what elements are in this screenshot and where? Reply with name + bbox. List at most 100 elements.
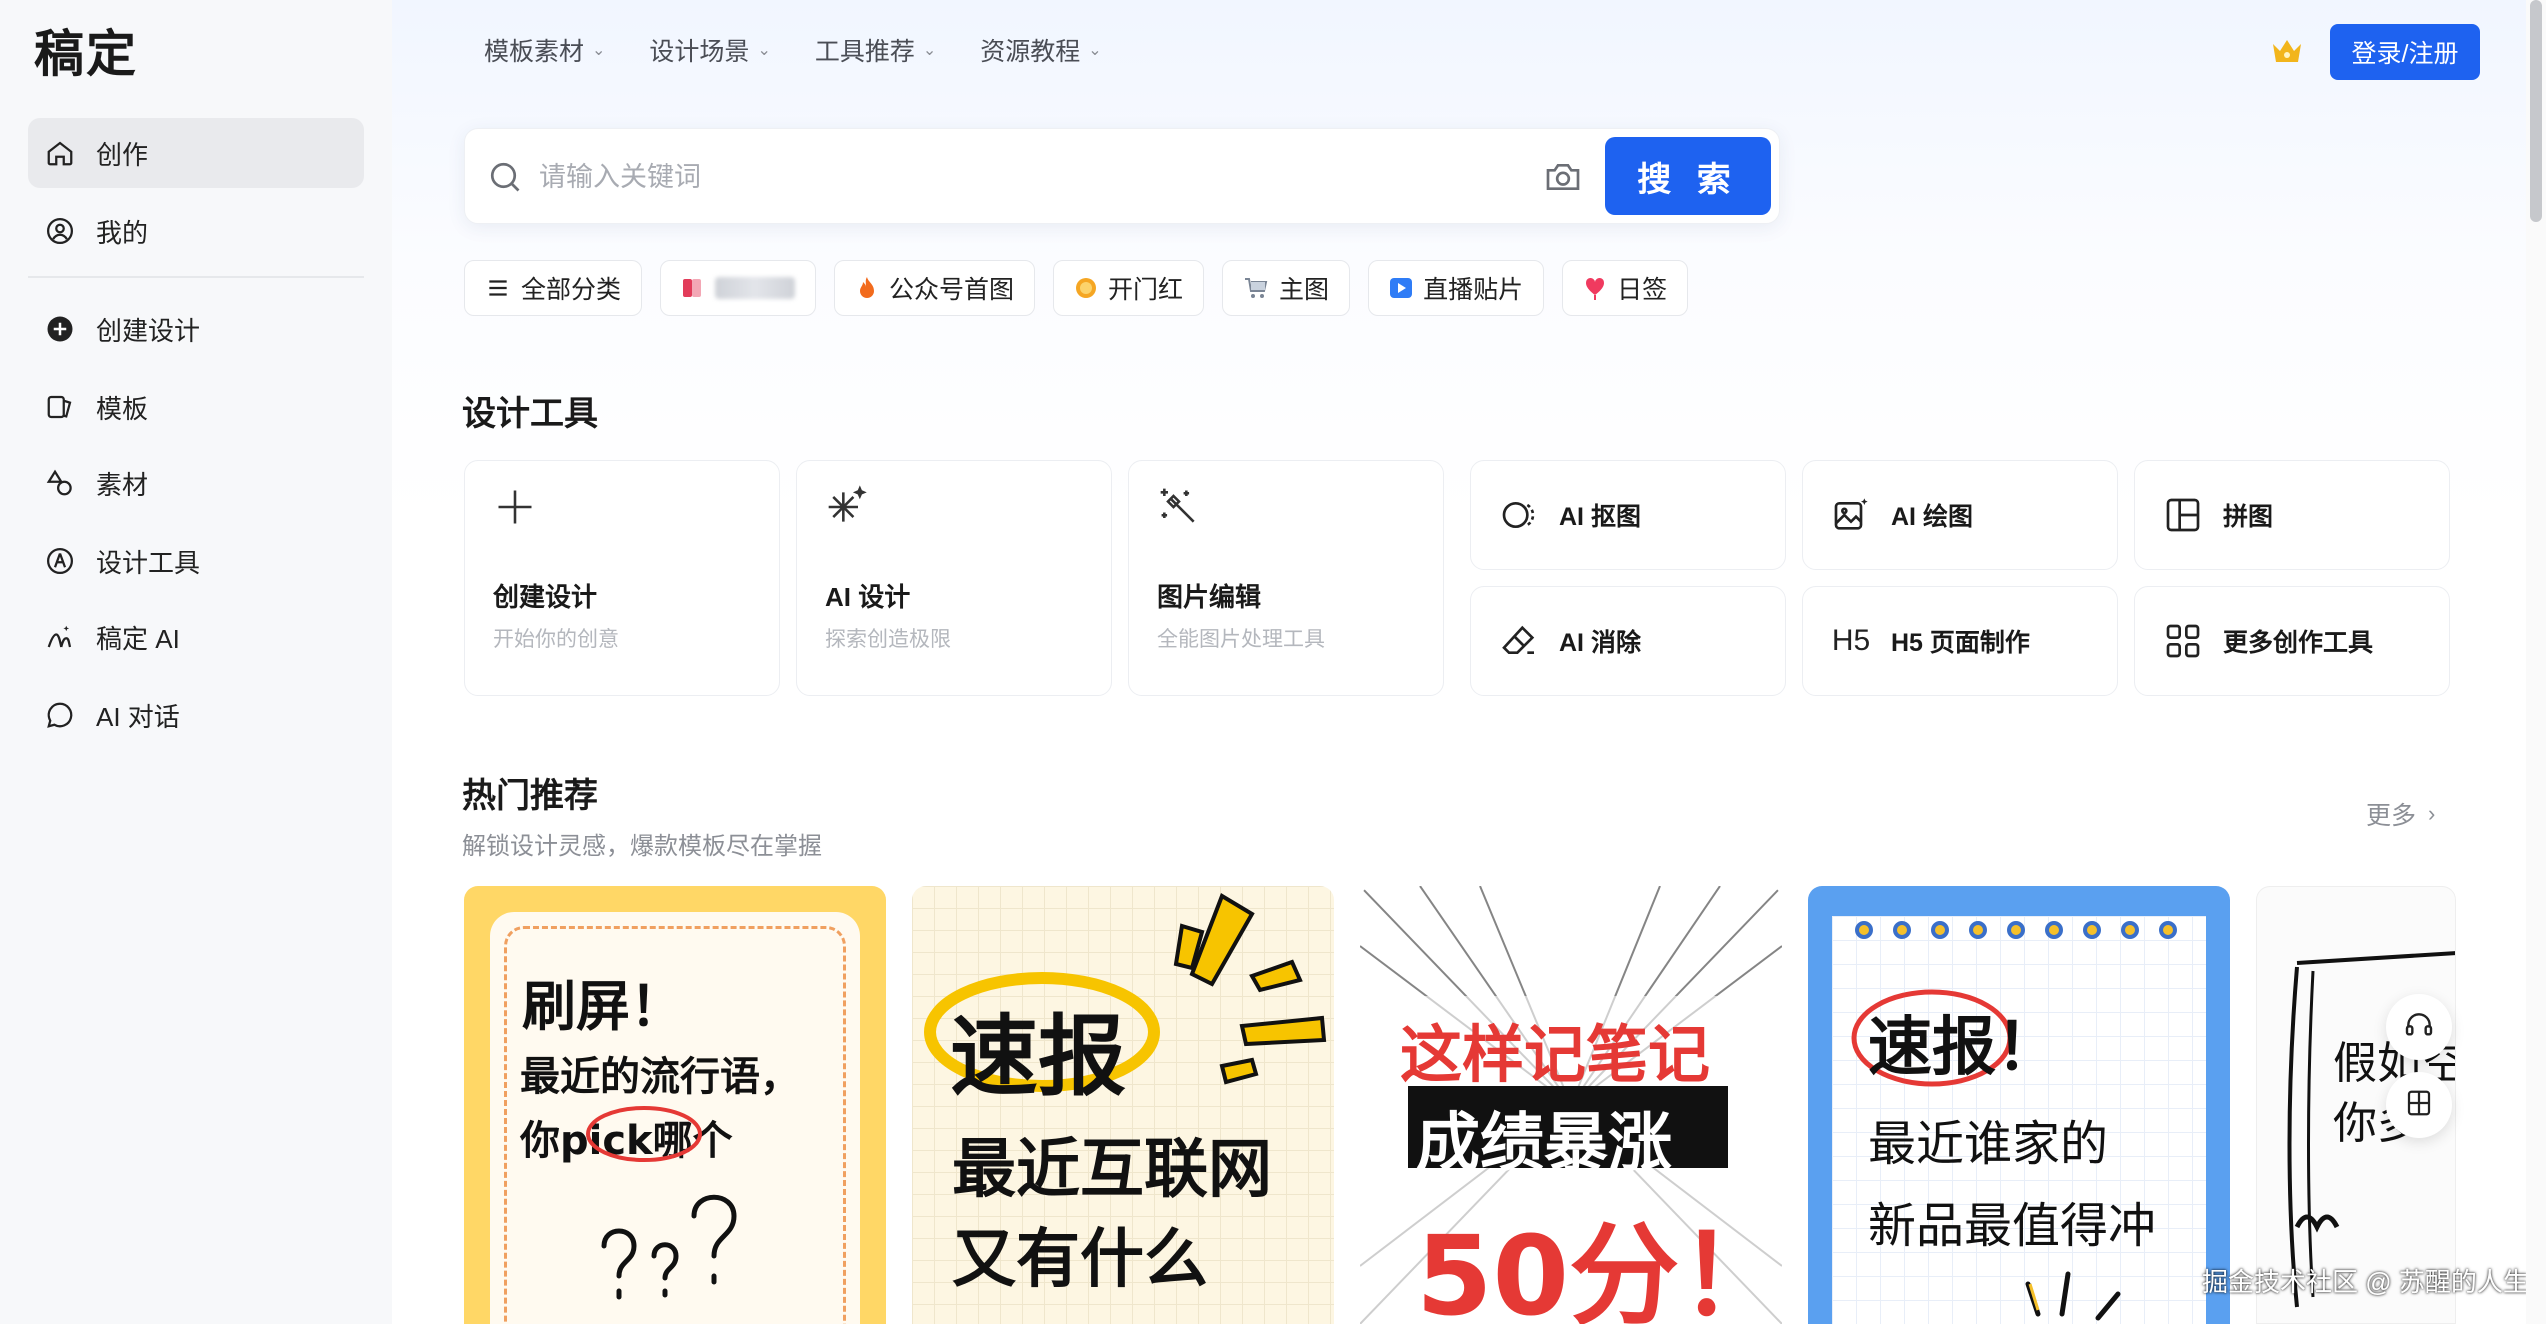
sidebar-divider	[28, 276, 364, 278]
sidebar-item-label: 模板	[96, 393, 149, 424]
tool-more-creative[interactable]: 更多创作工具	[2134, 586, 2450, 696]
tool-ai-design[interactable]: AI 设计 探索创造极限	[796, 460, 1112, 696]
chip-blurred[interactable]	[660, 260, 817, 316]
blurred-icon	[681, 276, 705, 300]
app-logo[interactable]: 稿定	[34, 14, 138, 86]
question-doodle	[601, 1194, 737, 1300]
coin-icon	[1074, 276, 1098, 300]
tool-ai-drawing[interactable]: AI 绘图	[1802, 460, 2118, 570]
category-chips: 全部分类 公众号首图 开门红 主图 直播贴片 日签	[464, 260, 1689, 316]
form-icon	[2404, 1088, 2434, 1123]
sidebar-item-label: 创建设计	[96, 315, 201, 346]
shapes-icon	[44, 467, 76, 499]
chip-label: 主图	[1279, 276, 1330, 304]
tool-label: AI 消除	[1559, 629, 1641, 657]
template-card[interactable]: 刷屏！ 最近的流行语， 你pick哪个	[464, 886, 886, 1324]
search-icon	[487, 159, 523, 195]
grid-icon	[2163, 621, 2203, 661]
chevron-down-icon: ⌄	[1088, 42, 1102, 59]
sidebar-item-label: 稿定 AI	[96, 623, 180, 654]
sidebar-item-label: 设计工具	[96, 547, 201, 578]
image-ai-icon	[1831, 495, 1871, 535]
tool-subtitle: 开始你的创意	[493, 628, 619, 651]
collage-icon	[2163, 495, 2203, 535]
nav-template-material[interactable]: 模板素材 ⌄	[484, 32, 605, 68]
tool-label: H5 页面制作	[1891, 629, 2030, 657]
card-line: 最近谁家的	[1868, 1116, 2109, 1172]
sidebar-item-label: AI 对话	[96, 701, 180, 732]
play-icon	[1389, 276, 1413, 300]
nav-design-scene[interactable]: 设计场景 ⌄	[649, 32, 770, 68]
sidebar: 稿定 创作 我的 创建设计 模板 素材 设计工具 稿定 AI AI 对话	[0, 0, 392, 1324]
card-circle-decoration	[586, 1106, 702, 1162]
cutout-icon	[1499, 495, 1539, 535]
tool-title: 创建设计	[493, 582, 598, 612]
tool-ai-cutout[interactable]: AI 抠图	[1470, 460, 1786, 570]
chip-label: 开门红	[1108, 276, 1184, 304]
sidebar-item-gaoding-ai[interactable]: 稿定 AI	[28, 602, 364, 672]
chip-wechat-cover[interactable]: 公众号首图	[834, 260, 1036, 316]
sidebar-item-mine[interactable]: 我的	[28, 196, 364, 266]
sparkle-icon	[825, 485, 869, 529]
card-line: 50分！	[1416, 1212, 1782, 1324]
burst-decoration	[2025, 1271, 2121, 1321]
tool-subtitle: 全能图片处理工具	[1157, 628, 1325, 651]
burst-decoration	[1173, 893, 1327, 1085]
headset-icon	[2403, 1009, 2435, 1046]
chip-good-start[interactable]: 开门红	[1053, 260, 1205, 316]
tool-subtitle: 探索创造极限	[825, 628, 951, 651]
sidebar-item-create-design[interactable]: 创建设计	[28, 294, 364, 364]
customer-support-button[interactable]	[2386, 994, 2452, 1060]
sidebar-item-material[interactable]: 素材	[28, 448, 364, 518]
template-card[interactable]: 速报！ 最近谁家的 新品最值得冲	[1808, 886, 2230, 1324]
user-icon	[44, 215, 76, 247]
sidebar-item-label: 素材	[96, 469, 149, 500]
tool-collage[interactable]: 拼图	[2134, 460, 2450, 570]
nav-label: 工具推荐	[814, 38, 915, 66]
search-button[interactable]: 搜 索	[1605, 137, 1771, 215]
template-card[interactable]: 这样记笔记 成绩暴涨 50分！	[1360, 886, 1782, 1324]
tool-image-edit[interactable]: 图片编辑 全能图片处理工具	[1128, 460, 1444, 696]
h5-icon: H5	[1831, 624, 1871, 657]
chevron-down-icon: ⌄	[592, 42, 606, 59]
card-line: 成绩暴涨	[1416, 1107, 1672, 1181]
template-card[interactable]: 速报 最近互联网 又有什么	[912, 886, 1334, 1324]
chip-live-sticker[interactable]: 直播贴片	[1368, 260, 1545, 316]
sidebar-item-template[interactable]: 模板	[28, 372, 364, 442]
login-register-button[interactable]: 登录/注册	[2330, 24, 2480, 80]
chip-main-image[interactable]: 主图	[1222, 260, 1351, 316]
chevron-down-icon: ⌄	[757, 42, 771, 59]
ai-icon	[44, 621, 76, 653]
nav-label: 资源教程	[980, 38, 1081, 66]
chip-all-categories[interactable]: 全部分类	[464, 260, 643, 316]
tool-h5-page[interactable]: H5 H5 页面制作	[1802, 586, 2118, 696]
sidebar-item-design-tools[interactable]: 设计工具	[28, 526, 364, 596]
watermark: 掘金技术社区 @ 苏醒的人生	[2202, 1267, 2529, 1297]
chevron-down-icon: ⌄	[922, 42, 937, 59]
tool-ai-erase[interactable]: AI 消除	[1470, 586, 1786, 696]
scrollbar-thumb[interactable]	[2530, 0, 2542, 222]
feedback-button[interactable]	[2386, 1072, 2452, 1138]
nav-tool-recommend[interactable]: 工具推荐 ⌄	[815, 32, 936, 68]
chip-daily-sign[interactable]: 日签	[1562, 260, 1689, 316]
template-icon	[44, 391, 76, 423]
nav-resource-tutorial[interactable]: 资源教程 ⌄	[980, 32, 1101, 68]
tool-title: AI 设计	[825, 582, 911, 612]
crown-icon[interactable]	[2270, 36, 2304, 66]
home-icon	[44, 137, 76, 169]
card-line: 最近互联网	[952, 1133, 1272, 1207]
search-input[interactable]	[539, 151, 1439, 203]
card-line: 新品最值得冲	[1868, 1198, 2157, 1254]
card-line: 速报！	[1868, 1011, 2060, 1085]
tool-create-design[interactable]: 创建设计 开始你的创意	[464, 460, 780, 696]
sidebar-item-ai-chat[interactable]: AI 对话	[28, 680, 364, 750]
eraser-icon	[1499, 621, 1539, 661]
more-label: 更多	[2366, 802, 2417, 830]
design-tools-title: 设计工具	[462, 395, 598, 433]
camera-icon[interactable]	[1543, 157, 1583, 197]
heart-icon	[1583, 275, 1607, 301]
top-nav: 模板素材 ⌄ 设计场景 ⌄ 工具推荐 ⌄ 资源教程 ⌄	[484, 32, 1102, 68]
more-link[interactable]: 更多 ›	[2366, 796, 2435, 832]
fire-icon	[855, 275, 879, 301]
sidebar-item-create[interactable]: 创作	[28, 118, 364, 188]
